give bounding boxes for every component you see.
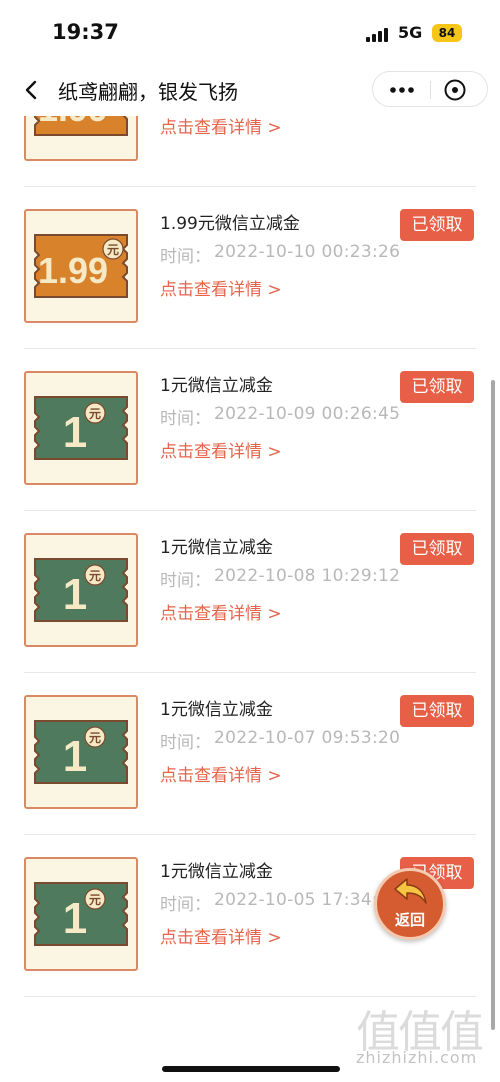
view-details-link[interactable]: 点击查看详情 >: [160, 116, 282, 138]
coupon-unit: 元: [107, 243, 119, 257]
coupon-ticket-icon: 1 元: [24, 371, 138, 485]
scrollbar[interactable]: [491, 380, 495, 1030]
status-time: 19:37: [52, 20, 119, 44]
coupon-row[interactable]: 1.99 元 1.99元微信立减金 时间： 2022-10-10 00:23:2…: [0, 187, 500, 349]
status-badge[interactable]: 已领取: [400, 533, 474, 565]
more-dots-icon[interactable]: [387, 80, 417, 100]
coupon-unit: 元: [89, 893, 101, 907]
coupon-ticket-icon: 1 元: [24, 533, 138, 647]
view-details-link[interactable]: 点击查看详情 >: [160, 275, 282, 300]
battery-icon: 84: [432, 24, 462, 42]
coupon-row[interactable]: 1 元 1元微信立减金 时间： 2022-10-08 10:29:12 点击查看…: [0, 511, 500, 673]
time-label: 时间：: [160, 409, 211, 429]
time-label: 时间：: [160, 571, 211, 591]
return-label: 返回: [394, 911, 425, 929]
coupon-ticket-icon: 1 元: [24, 857, 138, 971]
coupon-amount: 1: [63, 408, 87, 457]
coupon-title: 1元微信立减金: [160, 700, 273, 720]
home-indicator: [162, 1066, 340, 1072]
view-details-link[interactable]: 点击查看详情 >: [160, 437, 282, 462]
coupon-title: 1元微信立减金: [160, 376, 273, 396]
signal-icon: [366, 26, 392, 42]
coupon-amount: 1.99: [38, 116, 108, 129]
view-details-link[interactable]: 点击查看详情 >: [160, 761, 282, 786]
ticket-graphic: 1 元: [34, 882, 128, 946]
ticket-graphic: 1 元: [34, 396, 128, 460]
ticket-graphic: 1 元: [34, 720, 128, 784]
coupon-ticket-icon: 1.99 元: [24, 209, 138, 323]
network-type: 5G: [398, 23, 423, 42]
coupon-row[interactable]: 1 元 1元微信立减金 时间： 2022-10-07 09:53:20 点击查看…: [0, 673, 500, 835]
nav-bar: 纸鸢翩翩，银发飞扬: [0, 66, 500, 116]
status-badge[interactable]: 已领取: [400, 695, 474, 727]
coupon-amount: 1.99: [38, 250, 108, 291]
coupon-title: 1元微信立减金: [160, 862, 273, 882]
view-details-link[interactable]: 点击查看详情 >: [160, 599, 282, 624]
time-label: 时间：: [160, 895, 211, 915]
coupon-unit: 元: [89, 407, 101, 421]
view-details-link[interactable]: 点击查看详情 >: [160, 923, 282, 948]
coupon-title: 1.99元微信立减金: [160, 214, 300, 234]
coupon-time: 2022-10-05 17:34:35: [214, 890, 401, 910]
coupon-amount: 1: [63, 570, 87, 619]
status-badge[interactable]: 已领取: [400, 209, 474, 241]
coupon-title: 1元微信立减金: [160, 538, 273, 558]
time-label: 时间：: [160, 247, 211, 267]
ticket-graphic: 1.99 元: [34, 116, 128, 136]
ticket-graphic: 1.99 元: [34, 234, 128, 298]
status-bar: 19:37 5G 84: [0, 0, 500, 66]
capsule-divider: [430, 81, 431, 99]
coupon-time: 2022-10-10 00:23:26: [214, 242, 401, 262]
coupon-amount: 1: [63, 732, 87, 781]
coupon-time: 2022-10-08 10:29:12: [214, 566, 401, 586]
ticket-graphic: 1 元: [34, 558, 128, 622]
coupon-unit: 元: [89, 731, 101, 745]
return-arrow-icon: [394, 878, 427, 904]
close-circle-icon[interactable]: [443, 78, 467, 102]
coupon-ticket-icon: 1 元: [24, 695, 138, 809]
status-badge[interactable]: 已领取: [400, 371, 474, 403]
coupon-time: 2022-10-07 09:53:20: [214, 728, 401, 748]
watermark-text: zhizhizhi.com: [356, 1048, 478, 1067]
coupon-time: 2022-10-09 00:26:45: [214, 404, 401, 424]
return-button[interactable]: 返回: [374, 868, 446, 940]
coupon-amount: 1: [63, 894, 87, 943]
chevron-left-icon[interactable]: [20, 78, 44, 102]
coupon-ticket-icon: 1.99 元: [24, 116, 138, 161]
coupon-unit: 元: [89, 569, 101, 583]
page-title: 纸鸢翩翩，银发飞扬: [58, 80, 238, 104]
coupon-row[interactable]: 1.99 元 1.99元微信立减金 时间： 2022-10-11 00:04:4…: [0, 116, 500, 187]
coupon-row[interactable]: 1 元 1元微信立减金 时间： 2022-10-09 00:26:45 点击查看…: [0, 349, 500, 511]
mini-program-capsule: [372, 71, 488, 107]
time-label: 时间：: [160, 733, 211, 753]
